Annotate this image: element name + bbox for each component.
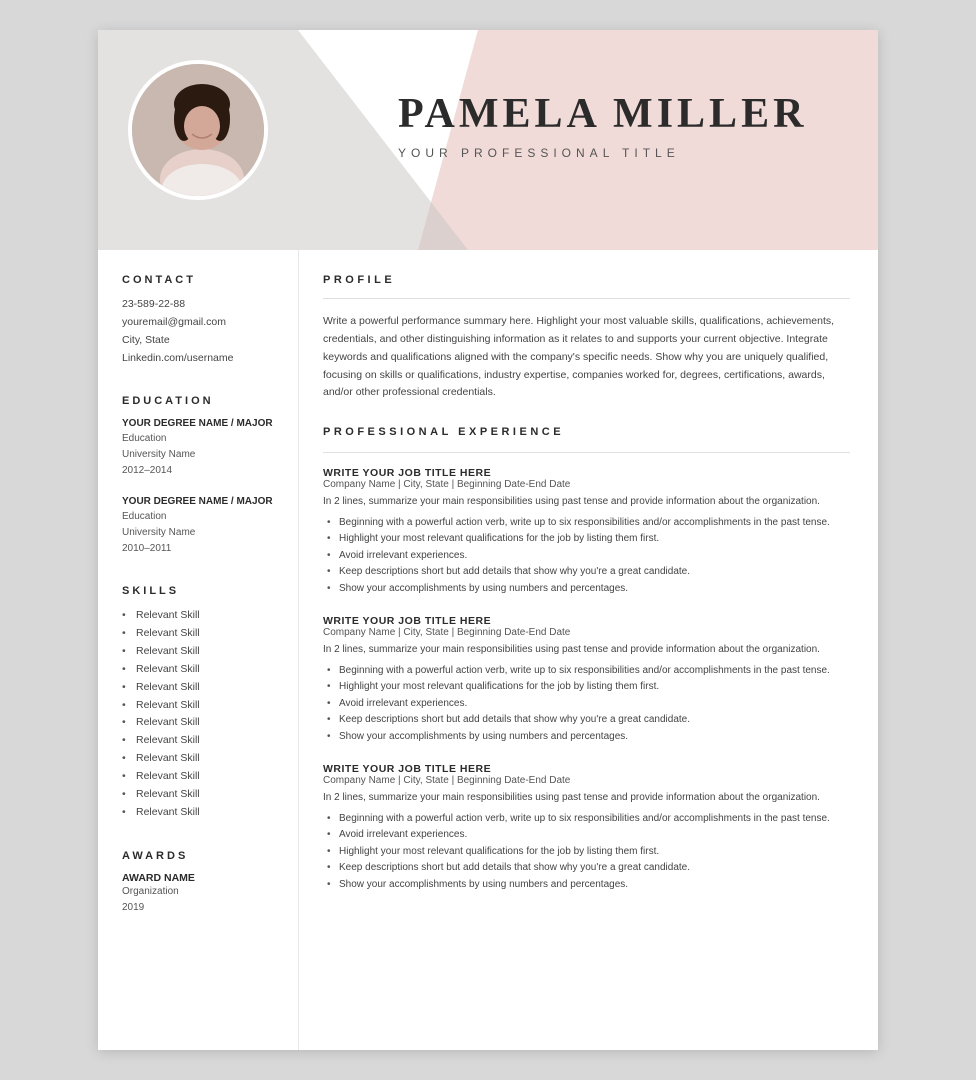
skills-list: Relevant Skill Relevant Skill Relevant S… xyxy=(122,607,278,821)
list-item: Beginning with a powerful action verb, w… xyxy=(323,811,850,828)
list-item: Relevant Skill xyxy=(122,804,278,822)
job-entry-3: WRITE YOUR JOB TITLE HERE Company Name |… xyxy=(323,763,850,893)
linkedin: Linkedin.com/username xyxy=(122,350,278,368)
list-item: Relevant Skill xyxy=(122,750,278,768)
job-entry-1: WRITE YOUR JOB TITLE HERE Company Name |… xyxy=(323,467,850,597)
job-title-3: WRITE YOUR JOB TITLE HERE xyxy=(323,763,850,775)
right-content: PROFILE Write a powerful performance sum… xyxy=(298,250,878,1050)
job-bullets-1: Beginning with a powerful action verb, w… xyxy=(323,515,850,598)
profile-section: PROFILE Write a powerful performance sum… xyxy=(323,274,850,402)
list-item: Show your accomplishments by using numbe… xyxy=(323,877,850,894)
education-entry-2: YOUR DEGREE NAME / MAJOR Education Unive… xyxy=(122,495,278,557)
awards-heading: AWARDS xyxy=(122,850,278,862)
job-company-3: Company Name | City, State | Beginning D… xyxy=(323,775,850,786)
divider xyxy=(323,298,850,299)
experience-section: PROFESSIONAL EXPERIENCE WRITE YOUR JOB T… xyxy=(323,426,850,893)
list-item: Keep descriptions short but add details … xyxy=(323,564,850,581)
list-item: Highlight your most relevant qualificati… xyxy=(323,844,850,861)
edu-school-1: University Name xyxy=(122,447,278,463)
experience-heading: PROFESSIONAL EXPERIENCE xyxy=(323,426,850,438)
edu-degree-1: YOUR DEGREE NAME / MAJOR xyxy=(122,417,278,431)
job-company-2: Company Name | City, State | Beginning D… xyxy=(323,627,850,638)
list-item: Relevant Skill xyxy=(122,679,278,697)
header-section: PAMELA MILLER YOUR PROFESSIONAL TITLE xyxy=(98,30,878,250)
edu-degree-2: YOUR DEGREE NAME / MAJOR xyxy=(122,495,278,509)
job-entry-2: WRITE YOUR JOB TITLE HERE Company Name |… xyxy=(323,615,850,745)
list-item: Keep descriptions short but add details … xyxy=(323,860,850,877)
edu-school-2: University Name xyxy=(122,525,278,541)
awards-section: AWARDS AWARD NAME Organization 2019 xyxy=(122,850,278,916)
contact-heading: CONTACT xyxy=(122,274,278,286)
education-heading: EDUCATION xyxy=(122,395,278,407)
header-name-block: PAMELA MILLER YOUR PROFESSIONAL TITLE xyxy=(398,90,858,160)
list-item: Highlight your most relevant qualificati… xyxy=(323,679,850,696)
list-item: Relevant Skill xyxy=(122,607,278,625)
education-section: EDUCATION YOUR DEGREE NAME / MAJOR Educa… xyxy=(122,395,278,557)
job-desc-1: In 2 lines, summarize your main responsi… xyxy=(323,494,850,511)
list-item: Relevant Skill xyxy=(122,643,278,661)
award-year: 2019 xyxy=(122,900,278,916)
list-item: Avoid irrelevant experiences. xyxy=(323,696,850,713)
resume-page: PAMELA MILLER YOUR PROFESSIONAL TITLE CO… xyxy=(98,30,878,1050)
list-item: Show your accomplishments by using numbe… xyxy=(323,581,850,598)
job-desc-3: In 2 lines, summarize your main responsi… xyxy=(323,790,850,807)
location: City, State xyxy=(122,332,278,350)
award-entry-1: AWARD NAME Organization 2019 xyxy=(122,872,278,916)
divider xyxy=(323,452,850,453)
list-item: Beginning with a powerful action verb, w… xyxy=(323,515,850,532)
list-item: Relevant Skill xyxy=(122,786,278,804)
list-item: Relevant Skill xyxy=(122,714,278,732)
list-item: Keep descriptions short but add details … xyxy=(323,712,850,729)
skills-heading: SKILLS xyxy=(122,585,278,597)
skills-section: SKILLS Relevant Skill Relevant Skill Rel… xyxy=(122,585,278,821)
avatar xyxy=(128,60,268,200)
list-item: Relevant Skill xyxy=(122,697,278,715)
job-title-2: WRITE YOUR JOB TITLE HERE xyxy=(323,615,850,627)
list-item: Beginning with a powerful action verb, w… xyxy=(323,663,850,680)
contact-info: 23-589-22-88 youremail@gmail.com City, S… xyxy=(122,296,278,367)
list-item: Relevant Skill xyxy=(122,768,278,786)
job-desc-2: In 2 lines, summarize your main responsi… xyxy=(323,642,850,659)
award-org: Organization xyxy=(122,884,278,900)
edu-field-2: Education xyxy=(122,509,278,525)
edu-years-1: 2012–2014 xyxy=(122,463,278,479)
edu-years-2: 2010–2011 xyxy=(122,541,278,557)
job-bullets-3: Beginning with a powerful action verb, w… xyxy=(323,811,850,894)
profile-text: Write a powerful performance summary her… xyxy=(323,313,850,402)
edu-field-1: Education xyxy=(122,431,278,447)
email: youremail@gmail.com xyxy=(122,314,278,332)
sidebar: CONTACT 23-589-22-88 youremail@gmail.com… xyxy=(98,250,298,1050)
job-bullets-2: Beginning with a powerful action verb, w… xyxy=(323,663,850,746)
list-item: Highlight your most relevant qualificati… xyxy=(323,531,850,548)
list-item: Relevant Skill xyxy=(122,625,278,643)
profile-heading: PROFILE xyxy=(323,274,850,288)
list-item: Avoid irrelevant experiences. xyxy=(323,827,850,844)
candidate-name: PAMELA MILLER xyxy=(398,90,858,138)
list-item: Avoid irrelevant experiences. xyxy=(323,548,850,565)
job-company-1: Company Name | City, State | Beginning D… xyxy=(323,479,850,490)
list-item: Relevant Skill xyxy=(122,732,278,750)
contact-section: CONTACT 23-589-22-88 youremail@gmail.com… xyxy=(122,274,278,367)
education-entry-1: YOUR DEGREE NAME / MAJOR Education Unive… xyxy=(122,417,278,479)
candidate-title: YOUR PROFESSIONAL TITLE xyxy=(398,146,858,160)
award-name: AWARD NAME xyxy=(122,872,278,884)
job-title-1: WRITE YOUR JOB TITLE HERE xyxy=(323,467,850,479)
list-item: Show your accomplishments by using numbe… xyxy=(323,729,850,746)
main-content: CONTACT 23-589-22-88 youremail@gmail.com… xyxy=(98,250,878,1050)
list-item: Relevant Skill xyxy=(122,661,278,679)
phone: 23-589-22-88 xyxy=(122,296,278,314)
